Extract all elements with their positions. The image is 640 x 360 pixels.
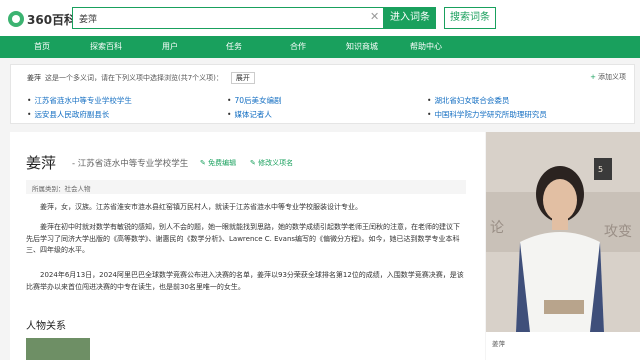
section-relations: 人物关系 <box>26 321 66 332</box>
sense-item[interactable]: 远安县人民政府副县长 <box>27 109 109 120</box>
clear-icon[interactable]: ✕ <box>370 10 379 23</box>
free-edit-link[interactable]: ✎ 免费编辑 <box>200 158 236 168</box>
nav-explore[interactable]: 探索百科 <box>74 36 138 58</box>
ambiguity-term: 姜萍 <box>27 74 41 82</box>
sense-item[interactable]: 湖北省妇女联合会委员 <box>427 95 509 106</box>
relation-thumbnail[interactable] <box>26 338 90 360</box>
nav-cooperation[interactable]: 合作 <box>266 36 330 58</box>
paragraph-competition: 2024年6月13日，2024阿里巴巴全球数学竞赛公布进入决赛的名单，姜萍以93… <box>26 271 464 291</box>
svg-text:5: 5 <box>598 165 603 174</box>
svg-text:论: 论 <box>490 220 504 236</box>
ambiguity-note: 这是一个多义词，请在下列义项中选择浏览(共7个义项)： <box>45 74 223 82</box>
sense-item[interactable]: 江苏省涟水中等专业学校学生 <box>27 95 132 106</box>
paragraph-intro: 姜萍，女，汉族。江苏省淮安市涟水县红窑镇万民村人，就读于江苏省涟水中等专业学校服… <box>40 203 362 211</box>
top-bar: 360百科 姜萍 ✕ 进入词条 搜索词条 <box>0 0 640 36</box>
nav-help[interactable]: 帮助中心 <box>394 36 458 58</box>
nav-knowledge-mall[interactable]: 知识商城 <box>330 36 394 58</box>
edit-icon: ✎ <box>200 159 206 167</box>
photo-caption: 姜萍 <box>492 340 505 348</box>
nav-users[interactable]: 用户 <box>138 36 202 58</box>
ambiguity-header: 姜萍 这是一个多义词，请在下列义项中选择浏览(共7个义项)： 展开 <box>27 72 255 84</box>
side-panel: 论 攻变 5 姜萍 <box>486 132 640 360</box>
search-input[interactable]: 姜萍 <box>72 7 384 29</box>
portrait-image: 论 攻变 5 <box>486 132 640 332</box>
add-sense-link[interactable]: 添加义项 <box>590 72 626 82</box>
sense-item[interactable]: 中国科学院力学研究所助理研究员 <box>427 109 547 120</box>
category-bar: 所属类别：社会人物 <box>26 180 466 194</box>
portrait-photo[interactable]: 论 攻变 5 <box>486 132 640 332</box>
search-entry-button[interactable]: 搜索词条 <box>444 7 496 29</box>
logo-text: 360百科 <box>27 12 77 27</box>
nav-tasks[interactable]: 任务 <box>202 36 266 58</box>
entry-title: 姜萍 <box>26 154 57 172</box>
sense-item[interactable]: 媒体记者人 <box>227 109 272 120</box>
ambiguity-panel: 姜萍 这是一个多义词，请在下列义项中选择浏览(共7个义项)： 展开 添加义项 江… <box>10 64 635 124</box>
paragraph-study: 姜萍在初中时就对数学有敏锐的感知，别人不会的题，她一眼就能找到思路，她的数学成绩… <box>26 223 460 254</box>
modify-sense-link[interactable]: ✎ 修改义项名 <box>250 158 293 168</box>
enter-entry-button[interactable]: 进入词条 <box>384 7 436 29</box>
entry-content: 姜萍 - 江苏省涟水中等专业学校学生 ✎ 免费编辑 ✎ 修改义项名 所属类别：社… <box>10 132 485 360</box>
main-nav: 首页 探索百科 用户 任务 合作 知识商城 帮助中心 <box>0 36 640 58</box>
modify-sense-label: 修改义项名 <box>258 159 294 167</box>
free-edit-label: 免费编辑 <box>208 159 237 167</box>
logo[interactable]: 360百科 <box>8 10 76 28</box>
modify-icon: ✎ <box>250 159 256 167</box>
nav-home[interactable]: 首页 <box>10 36 74 58</box>
logo-icon <box>8 11 24 27</box>
expand-button[interactable]: 展开 <box>230 72 255 84</box>
sense-item[interactable]: 70后美女编剧 <box>227 95 281 106</box>
entry-subtitle: - 江苏省涟水中等专业学校学生 <box>72 159 189 169</box>
svg-text:攻变: 攻变 <box>604 224 632 240</box>
